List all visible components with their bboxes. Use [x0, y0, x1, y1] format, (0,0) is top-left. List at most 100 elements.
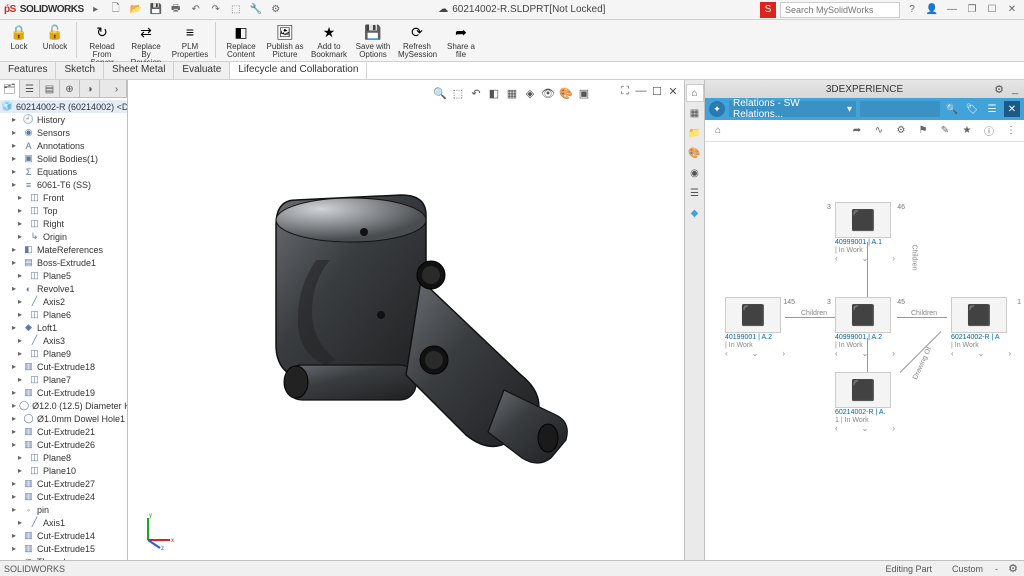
command-tab-features[interactable]: Features	[0, 62, 56, 79]
dimxpert-tab-icon[interactable]: ⊕	[60, 80, 80, 98]
3dx-menu-icon[interactable]: ☰	[984, 101, 1000, 117]
tree-item[interactable]: ▸▥Cut-Extrude24	[0, 490, 127, 503]
node-expand-left-icon[interactable]: ‹	[835, 349, 838, 358]
hide-show-icon[interactable]: 👁	[541, 86, 555, 100]
node-expand-down-icon[interactable]: ⌄	[752, 349, 759, 358]
status-units[interactable]: -	[995, 564, 998, 574]
node-expand-right-icon[interactable]: ›	[1008, 349, 1011, 358]
3dx-home-icon[interactable]: ⌂	[711, 124, 725, 138]
node-expand-right-icon[interactable]: ›	[892, 424, 895, 433]
tree-item[interactable]: ▸◯Ø1.0mm Dowel Hole1	[0, 412, 127, 425]
config-manager-tab-icon[interactable]: ▤	[40, 80, 60, 98]
tree-item[interactable]: ▸🕘History	[0, 113, 127, 126]
3dx-search-icon[interactable]: 🔍	[944, 101, 960, 117]
tree-item[interactable]: ▸≡6061-T6 (SS)	[0, 178, 127, 191]
ribbon-btn-replace-by-revision[interactable]: ⇄Replace By Revision	[127, 22, 165, 67]
node-expand-left-icon[interactable]: ‹	[725, 349, 728, 358]
display-style-icon[interactable]: ◈	[523, 86, 537, 100]
tree-item[interactable]: ▸◫Plane6	[0, 308, 127, 321]
3dx-edit-icon[interactable]: ✎	[938, 124, 952, 138]
command-tab-sketch[interactable]: Sketch	[56, 62, 104, 79]
tree-item[interactable]: ▸▥Cut-Extrude26	[0, 438, 127, 451]
help-icon[interactable]: ?	[904, 2, 920, 18]
tree-item[interactable]: ▸◫Plane7	[0, 373, 127, 386]
prev-view-icon[interactable]: ↶	[469, 86, 483, 100]
tree-item[interactable]: ▸▥Cut-Extrude21	[0, 425, 127, 438]
minimize-icon[interactable]: —	[944, 3, 960, 17]
ribbon-btn-publish-as-picture[interactable]: 🖼Publish as Picture	[266, 22, 304, 59]
maximize-icon[interactable]: ☐	[984, 3, 1000, 17]
appearance-icon[interactable]: 🎨	[559, 86, 573, 100]
tp-appearances-icon[interactable]: ◉	[686, 164, 704, 182]
node-expand-down-icon[interactable]: ⌄	[862, 254, 869, 263]
tree-root-part[interactable]: 🧊 60214002-R (60214002) <Display St	[0, 100, 127, 113]
tree-item[interactable]: ▸◧MateReferences	[0, 243, 127, 256]
tree-item[interactable]: ▸╱Axis1	[0, 516, 127, 529]
tree-item[interactable]: ▸ΣEquations	[0, 165, 127, 178]
expand-tab-icon[interactable]: ›	[107, 80, 127, 98]
qat-redo-icon[interactable]: ↷	[208, 2, 224, 18]
restore-icon[interactable]: ❐	[964, 3, 980, 17]
qat-options-icon[interactable]: ⚙	[268, 2, 284, 18]
tree-item[interactable]: ▸◆Loft1	[0, 321, 127, 334]
tree-item[interactable]: ▸◫Plane9	[0, 347, 127, 360]
tp-home-icon[interactable]: ⌂	[686, 84, 704, 102]
ribbon-btn-lock[interactable]: 🔒Lock	[4, 22, 34, 51]
ribbon-btn-unlock[interactable]: 🔓Unlock	[40, 22, 70, 51]
tree-item[interactable]: ▸◐Revolve1	[0, 282, 127, 295]
vp-fit-icon[interactable]: ⛶	[618, 84, 632, 98]
vp-max-icon[interactable]: ☐	[650, 84, 664, 98]
qat-open-icon[interactable]: 📂	[128, 2, 144, 18]
relation-node[interactable]: 3 46 ⬛ 40999001 | A.1 | In Work ‹⌄›	[835, 202, 895, 263]
tp-view-palette-icon[interactable]: 🎨	[686, 144, 704, 162]
tree-item[interactable]: ▸▤Boss-Extrude1	[0, 256, 127, 269]
status-custom[interactable]: Custom	[952, 564, 983, 574]
display-manager-tab-icon[interactable]: ◑	[80, 80, 100, 98]
view-orient-icon[interactable]: ▦	[505, 86, 519, 100]
tp-resources-icon[interactable]: ▦	[686, 104, 704, 122]
tree-item[interactable]: ▸◫Plane10	[0, 464, 127, 477]
node-expand-left-icon[interactable]: ‹	[951, 349, 954, 358]
3dx-share-icon[interactable]: ➦	[850, 124, 864, 138]
node-expand-down-icon[interactable]: ⌄	[862, 424, 869, 433]
qat-file-icon[interactable]: 🗋	[108, 2, 124, 18]
compass-icon[interactable]: ✦	[709, 101, 725, 117]
tree-item[interactable]: ▸▥Cut-Extrude14	[0, 529, 127, 542]
tree-item[interactable]: ▸◫Front	[0, 191, 127, 204]
3dx-gear-icon[interactable]: ⚙	[992, 82, 1006, 96]
ribbon-btn-save-with-options[interactable]: 💾Save with Options	[354, 22, 392, 59]
relation-node[interactable]: 1 ⬛ 60214002-R | A | In Work ‹⌄›	[951, 297, 1011, 358]
qat-print-icon[interactable]: 🖶	[168, 2, 184, 18]
user-icon[interactable]: 👤	[924, 2, 940, 18]
tree-item[interactable]: ▸╱Axis3	[0, 334, 127, 347]
tree-item[interactable]: ▸◫Plane5	[0, 269, 127, 282]
ribbon-btn-add-to-bookmark[interactable]: ★Add to Bookmark	[310, 22, 348, 59]
node-expand-right-icon[interactable]: ›	[892, 254, 895, 263]
3dx-app-dropdown[interactable]: Relations - SW Relations... ▾	[729, 101, 856, 117]
graphics-viewport[interactable]: ⛶ — ☐ ✕	[128, 80, 684, 560]
node-expand-left-icon[interactable]: ‹	[835, 254, 838, 263]
node-expand-right-icon[interactable]: ›	[892, 349, 895, 358]
3dx-settings-icon[interactable]: ⚙	[894, 124, 908, 138]
relation-node[interactable]: ⬛ 60214002-R | A. 1 | In Work ‹⌄›	[835, 372, 895, 433]
tree-item[interactable]: ▸◦pin	[0, 503, 127, 516]
command-tab-sheet-metal[interactable]: Sheet Metal	[104, 62, 174, 79]
node-expand-down-icon[interactable]: ⌄	[978, 349, 985, 358]
3dx-search-input[interactable]	[860, 101, 940, 117]
section-view-icon[interactable]: ◧	[487, 86, 501, 100]
ribbon-btn-plm-properties[interactable]: ≡PLM Properties	[171, 22, 209, 59]
tree-item[interactable]: ▸◉Sensors	[0, 126, 127, 139]
ribbon-btn-reload-from-server[interactable]: ↻Reload From Server	[83, 22, 121, 67]
feature-tree[interactable]: 🧊 60214002-R (60214002) <Display St ▸🕘Hi…	[0, 98, 127, 560]
qat-save-icon[interactable]: 💾	[148, 2, 164, 18]
close-icon[interactable]: ✕	[1004, 3, 1020, 17]
ribbon-btn-replace-content[interactable]: ◧Replace Content	[222, 22, 260, 59]
3dx-tag-icon[interactable]: 🏷	[964, 101, 980, 117]
scene-icon[interactable]: ▣	[577, 86, 591, 100]
node-expand-left-icon[interactable]: ‹	[835, 424, 838, 433]
orientation-triad[interactable]: y x z	[138, 510, 178, 550]
3dx-star-icon[interactable]: ★	[960, 124, 974, 138]
property-manager-tab-icon[interactable]: ☰	[20, 80, 40, 98]
qat-new-icon[interactable]: ▸	[88, 2, 104, 18]
3dx-relations-graph[interactable]: Children Children Children Drawing Of 3 …	[705, 142, 1024, 560]
